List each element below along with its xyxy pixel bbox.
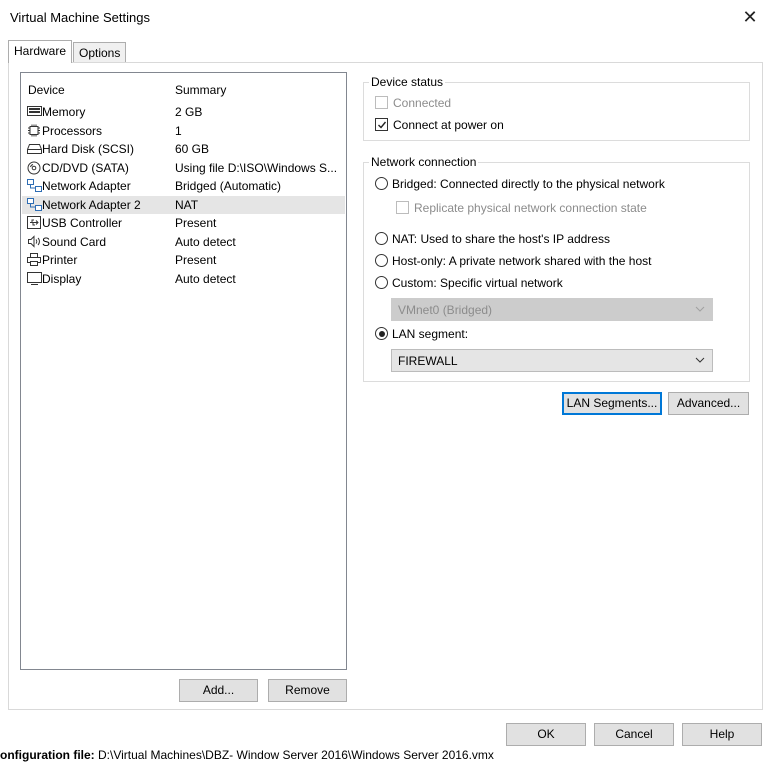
tab-options[interactable]: Options bbox=[73, 42, 127, 63]
device-summary: NAT bbox=[175, 197, 199, 212]
column-header-summary[interactable]: Summary bbox=[175, 83, 226, 97]
device-row-processors[interactable]: Processors 1 bbox=[22, 122, 345, 141]
custom-network-value: VMnet0 (Bridged) bbox=[398, 303, 493, 317]
custom-network-select[interactable]: VMnet0 (Bridged) bbox=[391, 298, 713, 321]
lan-segments-button[interactable]: LAN Segments... bbox=[562, 392, 662, 415]
device-list[interactable]: Device Summary Memory 2 GB Processors 1 … bbox=[20, 72, 347, 670]
device-summary: Using file D:\ISO\Windows S... bbox=[175, 160, 338, 175]
device-summary: 1 bbox=[175, 123, 182, 138]
lan-segment-select[interactable]: FIREWALL bbox=[391, 349, 713, 372]
cancel-button[interactable]: Cancel bbox=[594, 723, 674, 746]
connect-at-power-on-label: Connect at power on bbox=[393, 118, 504, 132]
advanced-button[interactable]: Advanced... bbox=[668, 392, 749, 415]
device-row-printer[interactable]: Printer Present bbox=[22, 251, 345, 270]
device-status-title: Device status bbox=[369, 75, 446, 89]
chevron-down-icon bbox=[695, 306, 705, 312]
device-status-group bbox=[363, 82, 750, 141]
device-name: Printer bbox=[42, 253, 78, 267]
device-row-usb-controller[interactable]: USB Controller Present bbox=[22, 214, 345, 233]
device-name: Processors bbox=[42, 123, 103, 138]
lan-segment-label: LAN segment: bbox=[392, 327, 469, 341]
device-summary: 2 GB bbox=[175, 105, 203, 119]
configuration-file-path: D:\Virtual Machines\DBZ- Window Server 2… bbox=[98, 748, 494, 762]
hard-disk-icon bbox=[27, 142, 42, 155]
configuration-file-line: onfiguration file: D:\Virtual Machines\D… bbox=[0, 748, 494, 762]
device-name: Network Adapter 2 bbox=[42, 197, 141, 212]
network-adapter-icon bbox=[27, 179, 42, 192]
network-adapter-icon bbox=[27, 197, 42, 211]
nat-label: NAT: Used to share the host's IP address bbox=[392, 232, 610, 246]
column-header-device[interactable]: Device bbox=[28, 83, 65, 97]
processor-icon bbox=[27, 124, 41, 137]
configuration-file-label: onfiguration file: bbox=[0, 748, 95, 762]
custom-radio[interactable] bbox=[375, 276, 388, 289]
replicate-label: Replicate physical network connection st… bbox=[414, 201, 647, 215]
speaker-icon bbox=[27, 234, 41, 248]
usb-icon bbox=[27, 216, 41, 229]
nat-radio[interactable] bbox=[375, 232, 388, 245]
close-icon: ✕ bbox=[742, 6, 758, 27]
device-name: Network Adapter bbox=[42, 179, 131, 193]
device-row-sound-card[interactable]: Sound Card Auto detect bbox=[22, 233, 345, 252]
device-summary: Auto detect bbox=[175, 271, 236, 286]
memory-icon bbox=[27, 105, 42, 118]
close-button[interactable]: ✕ bbox=[736, 4, 764, 30]
window-title: Virtual Machine Settings bbox=[10, 10, 150, 25]
device-name: Display bbox=[42, 271, 82, 286]
device-name: Memory bbox=[42, 105, 86, 119]
device-summary: Bridged (Automatic) bbox=[175, 179, 282, 193]
add-button[interactable]: Add... bbox=[179, 679, 258, 702]
device-name: USB Controller bbox=[42, 216, 123, 230]
device-row-memory[interactable]: Memory 2 GB bbox=[22, 103, 345, 122]
chevron-down-icon bbox=[695, 357, 705, 363]
device-row-hard-disk[interactable]: Hard Disk (SCSI) 60 GB bbox=[22, 140, 345, 159]
replicate-checkbox[interactable] bbox=[396, 201, 409, 214]
host-only-radio[interactable] bbox=[375, 254, 388, 267]
bridged-label: Bridged: Connected directly to the physi… bbox=[392, 177, 665, 191]
device-name: CD/DVD (SATA) bbox=[42, 160, 129, 175]
device-row-network-adapter-2[interactable]: Network Adapter 2 NAT bbox=[22, 195, 345, 214]
bridged-radio[interactable] bbox=[375, 177, 388, 190]
lan-segment-value: FIREWALL bbox=[398, 354, 458, 368]
network-connection-title: Network connection bbox=[369, 155, 479, 169]
connect-at-power-on-checkbox[interactable] bbox=[375, 118, 388, 131]
lan-segment-radio[interactable] bbox=[375, 327, 388, 340]
cd-dvd-icon bbox=[27, 161, 41, 174]
device-summary: Auto detect bbox=[175, 234, 236, 249]
checkmark-icon bbox=[378, 121, 387, 129]
device-name: Sound Card bbox=[42, 234, 107, 249]
device-row-network-adapter[interactable]: Network Adapter Bridged (Automatic) bbox=[22, 177, 345, 196]
device-summary: Present bbox=[175, 216, 217, 230]
device-name: Hard Disk (SCSI) bbox=[42, 142, 135, 156]
connected-label: Connected bbox=[393, 96, 452, 110]
device-summary: 60 GB bbox=[175, 142, 210, 156]
tab-hardware[interactable]: Hardware bbox=[8, 40, 73, 63]
printer-icon bbox=[27, 253, 41, 266]
connected-checkbox[interactable] bbox=[375, 96, 388, 109]
device-row-cd-dvd[interactable]: CD/DVD (SATA) Using file D:\ISO\Windows … bbox=[22, 159, 345, 178]
custom-label: Custom: Specific virtual network bbox=[392, 276, 563, 290]
device-summary: Present bbox=[175, 253, 217, 267]
host-only-label: Host-only: A private network shared with… bbox=[392, 254, 652, 268]
remove-button[interactable]: Remove bbox=[268, 679, 347, 702]
device-row-display[interactable]: Display Auto detect bbox=[22, 270, 345, 289]
help-button[interactable]: Help bbox=[682, 723, 762, 746]
ok-button[interactable]: OK bbox=[506, 723, 586, 746]
monitor-icon bbox=[27, 271, 42, 285]
